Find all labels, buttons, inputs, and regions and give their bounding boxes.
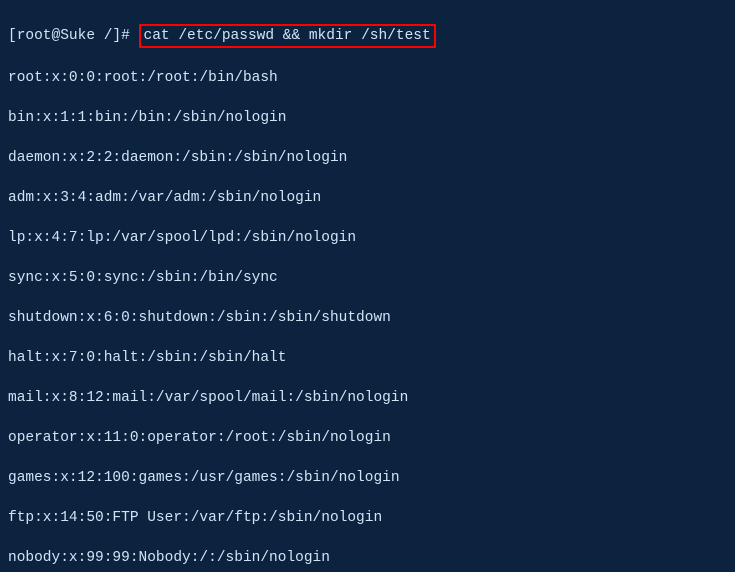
passwd-line: halt:x:7:0:halt:/sbin:/sbin/halt xyxy=(8,348,727,368)
passwd-line: daemon:x:2:2:daemon:/sbin:/sbin/nologin xyxy=(8,148,727,168)
passwd-line: lp:x:4:7:lp:/var/spool/lpd:/sbin/nologin xyxy=(8,228,727,248)
passwd-line: ftp:x:14:50:FTP User:/var/ftp:/sbin/nolo… xyxy=(8,508,727,528)
passwd-line: adm:x:3:4:adm:/var/adm:/sbin/nologin xyxy=(8,188,727,208)
passwd-line: shutdown:x:6:0:shutdown:/sbin:/sbin/shut… xyxy=(8,308,727,328)
passwd-line: nobody:x:99:99:Nobody:/:/sbin/nologin xyxy=(8,548,727,568)
passwd-line: operator:x:11:0:operator:/root:/sbin/nol… xyxy=(8,428,727,448)
passwd-line: sync:x:5:0:sync:/sbin:/bin/sync xyxy=(8,268,727,288)
prompt-1: [root@Suke /]# xyxy=(8,28,139,44)
passwd-line: mail:x:8:12:mail:/var/spool/mail:/sbin/n… xyxy=(8,388,727,408)
highlight-command-box: cat /etc/passwd && mkdir /sh/test xyxy=(139,24,436,48)
passwd-line: bin:x:1:1:bin:/bin:/sbin/nologin xyxy=(8,108,727,128)
passwd-line: games:x:12:100:games:/usr/games:/sbin/no… xyxy=(8,468,727,488)
terminal[interactable]: [root@Suke /]# cat /etc/passwd && mkdir … xyxy=(0,0,735,572)
command-1: cat /etc/passwd && mkdir /sh/test xyxy=(144,28,431,44)
passwd-line: root:x:0:0:root:/root:/bin/bash xyxy=(8,68,727,88)
